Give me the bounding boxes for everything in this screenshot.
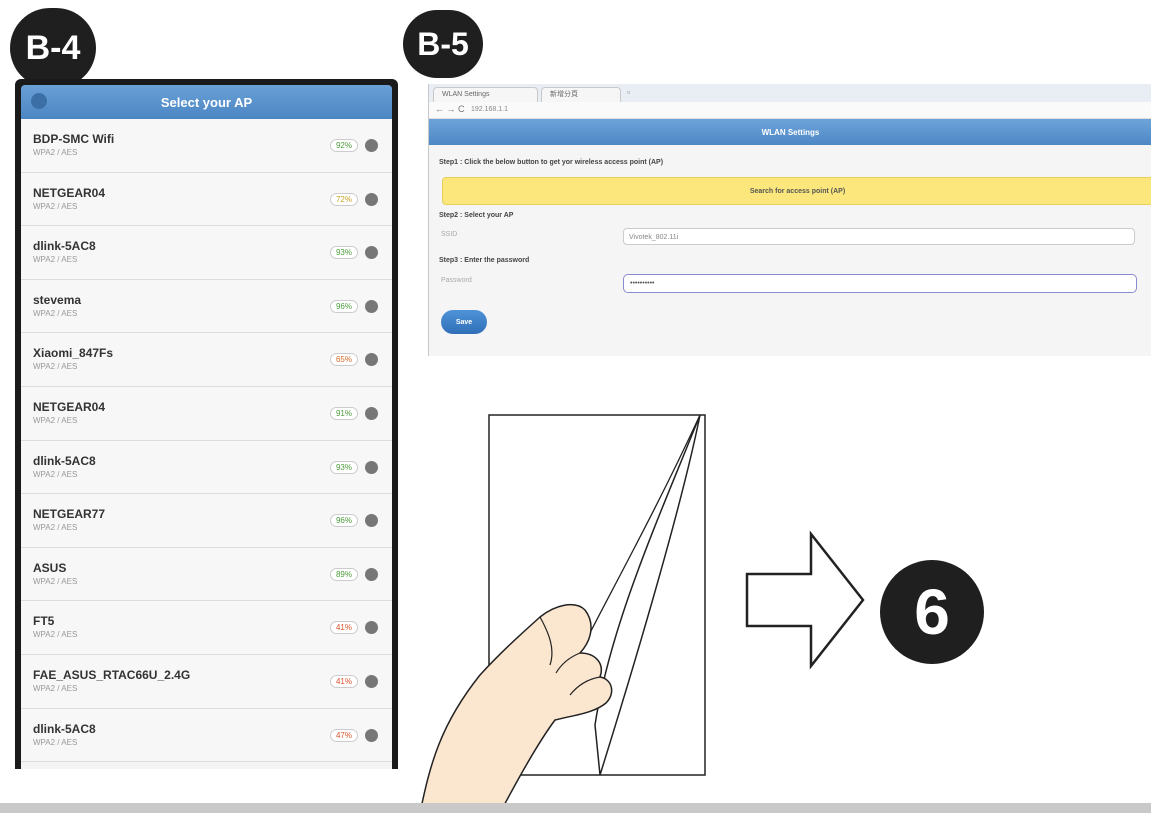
ap-signal-badge: 65% [329, 353, 358, 367]
step2-text: Step2 : Select your AP [439, 212, 514, 219]
step1-text: Step1 : Click the below button to get yo… [439, 159, 664, 166]
ap-select-icon[interactable] [365, 460, 378, 474]
ap-select-icon[interactable] [365, 406, 378, 420]
nav-icons[interactable]: ← → C [435, 104, 465, 114]
ap-signal-badge: 92% [329, 139, 358, 152]
ap-name: FAE_ASUS_RTAC66U_2.4G [33, 667, 191, 682]
ap-security: WPA2 / AES [33, 576, 78, 586]
ap-signal-badge: 91% [329, 406, 358, 420]
address-bar: ← → C 192.168.1.1 [429, 102, 1151, 119]
password-label: Password [441, 277, 472, 284]
step-6-badge: 6 [880, 560, 984, 664]
ap-signal-badge: 72% [329, 192, 358, 206]
ap-list-item[interactable]: stevema WPA2 / AES 96% [21, 279, 392, 334]
step3-text: Step3 : Enter the password [439, 257, 530, 264]
ap-list-item[interactable]: ASUS WPA2 / AES 89% [21, 547, 392, 602]
ap-list-title: Select your AP [160, 94, 253, 110]
ap-security: WPA2 / AES [33, 523, 78, 533]
ap-list-item[interactable]: Xiaomi_847Fs WPA2 / AES 65% [21, 333, 392, 387]
browser-window: WLAN Settings 新增分頁 ▫ ← → C 192.168.1.1 W… [428, 84, 1151, 356]
ap-name: stevema [33, 292, 82, 307]
ap-select-icon[interactable] [365, 353, 378, 367]
ap-security: WPA2 / AES [33, 201, 78, 211]
ap-security: WPA2 / AES [33, 630, 78, 640]
badge-b4: B-4 [10, 8, 96, 88]
save-button[interactable]: Save [441, 310, 487, 334]
ap-list: BDP-SMC Wifi WPA2 / AES 92% NETGEAR04 WPA2 /… [21, 119, 392, 769]
ap-security: WPA2 / AES [33, 469, 78, 479]
ap-security: WPA2 / AES [33, 683, 78, 693]
ap-signal-badge: 89% [329, 567, 358, 581]
ap-list-item[interactable]: NETGEAR04 WPA2 / AES 91% [21, 386, 392, 441]
ap-name: BDP-SMC Wifi [33, 132, 115, 146]
badge-b5: B-5 [403, 10, 483, 78]
ap-name: FT5 [33, 614, 55, 629]
ap-security: WPA2 / AES [33, 415, 78, 425]
ap-list-header: Select your AP [21, 85, 392, 119]
ap-list-item[interactable]: NETGEAR04 WPA2 / AES 72% [21, 172, 392, 227]
ap-signal-badge: 93% [329, 460, 358, 474]
page-turn-illustration [419, 414, 706, 813]
tab-bar: WLAN Settings 新增分頁 ▫ [429, 84, 1151, 102]
ap-list-item[interactable]: dlink-5AC8 WPA2 / AES 93% [21, 226, 392, 280]
ap-select-icon[interactable] [365, 567, 378, 581]
ap-signal-badge: 96% [329, 514, 358, 528]
ssid-field[interactable]: Vivotek_802.11i [623, 228, 1135, 245]
ap-select-icon[interactable] [365, 139, 378, 152]
tab-wlan-settings[interactable]: WLAN Settings [433, 87, 538, 102]
ap-list-item[interactable]: FAE_ASUS_RTAC66U_2.4G WPA2 / AES 41% [21, 654, 392, 709]
ap-security: WPA2 / AES [33, 362, 78, 372]
page-title: WLAN Settings [429, 119, 1151, 145]
ap-list-item[interactable]: NETGEAR77 WPA2 / AES 96% [21, 494, 392, 548]
ap-name: Xiaomi_847Fs [33, 346, 114, 361]
back-icon[interactable] [31, 93, 47, 109]
ap-name: NETGEAR04 [33, 185, 106, 200]
search-ap-button[interactable]: Search for access point (AP) [442, 177, 1151, 205]
ap-select-icon[interactable] [365, 514, 378, 528]
ap-list-item[interactable]: dlink-5AC8 WPA2 / AES 47% [21, 708, 392, 763]
tab-new[interactable]: 新增分頁 [541, 87, 621, 102]
password-field[interactable]: •••••••••• [623, 274, 1137, 293]
ap-select-icon[interactable] [365, 299, 378, 313]
ap-name: ASUS [33, 560, 67, 575]
ap-select-icon[interactable] [365, 246, 378, 260]
ap-select-icon[interactable] [365, 674, 378, 688]
ap-name: dlink-5AC8 [33, 721, 96, 736]
ap-signal-badge: 47% [329, 728, 358, 742]
ap-name: NETGEAR77 [33, 507, 106, 522]
ap-select-icon[interactable] [365, 192, 378, 206]
arrow-right-icon [745, 530, 865, 670]
ap-name: NETGEAR04 [33, 399, 106, 414]
ap-select-icon[interactable] [365, 621, 378, 635]
phone-screen: Select your AP BDP-SMC Wifi WPA2 / AES 92%… [15, 79, 398, 769]
ap-signal-badge: 41% [329, 621, 358, 635]
ap-signal-badge: 41% [329, 674, 358, 688]
url-field[interactable]: 192.168.1.1 [471, 104, 711, 115]
ap-security: WPA2 / AES [33, 148, 78, 157]
ap-list-item[interactable]: BDP-SMC Wifi WPA2 / AES 92% [21, 119, 392, 173]
ap-security: WPA2 / AES [33, 308, 78, 318]
ap-list-item[interactable]: FT5 WPA2 / AES 41% [21, 601, 392, 655]
ap-signal-badge: 93% [329, 246, 358, 260]
ap-list-item[interactable]: dlink-5AC8 WPA2 / AES 93% [21, 440, 392, 495]
ssid-label: SSID [441, 231, 458, 238]
ap-signal-badge: 96% [329, 299, 358, 313]
ap-security: WPA2 / AES [33, 255, 78, 265]
ap-select-icon[interactable] [365, 728, 378, 742]
new-tab-icon[interactable]: ▫ [627, 87, 630, 97]
ap-name: dlink-5AC8 [33, 239, 96, 254]
ap-security: WPA2 / AES [33, 737, 78, 747]
ap-name: dlink-5AC8 [33, 453, 96, 468]
bottom-divider [0, 803, 1151, 813]
